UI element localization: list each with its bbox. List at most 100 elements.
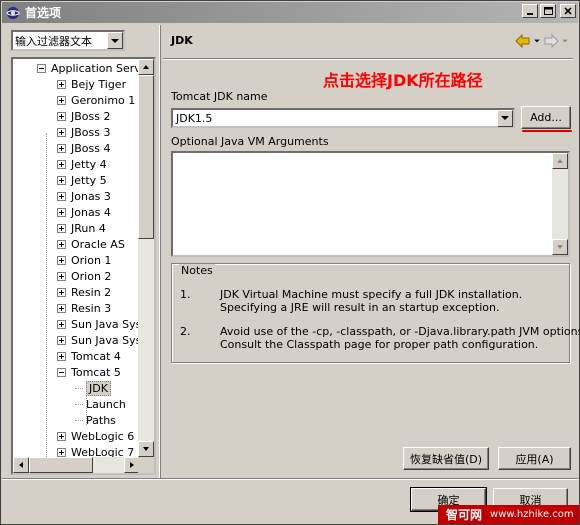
tree-item[interactable]: JBoss 3	[57, 124, 110, 140]
panel-sash[interactable]	[159, 25, 161, 478]
tree-item[interactable]: Orion 2	[57, 268, 111, 284]
tree-item[interactable]: Resin 3	[57, 300, 111, 316]
vm-args-scrollbar[interactable]	[552, 153, 568, 255]
scroll-down-button[interactable]	[552, 239, 568, 255]
arrow-down-icon	[143, 447, 149, 451]
tree-item[interactable]: Oracle AS	[57, 236, 125, 252]
tree-item[interactable]: WebLogic 6	[57, 428, 134, 444]
expand-icon[interactable]	[57, 351, 66, 361]
tree-item-label: Orion 1	[71, 253, 112, 267]
tree-horizontal-scrollbar[interactable]	[13, 457, 140, 473]
expand-icon[interactable]	[57, 239, 66, 249]
tree-item[interactable]: Launch	[75, 396, 126, 412]
tree-item[interactable]: Tomcat 5	[57, 364, 121, 380]
tree-item[interactable]: Jetty 4	[57, 156, 107, 172]
expand-icon[interactable]	[57, 447, 66, 457]
forward-history-dropdown[interactable]	[561, 39, 569, 43]
preference-tree[interactable]: Application Server Bejy Tiger Geronimo 1 JB…	[11, 57, 156, 475]
tree-item[interactable]: Sun Java Syst	[57, 332, 140, 348]
scroll-left-button[interactable]	[13, 457, 29, 473]
note-line: JDK Virtual Machine must specify a full …	[220, 288, 523, 301]
tree-item[interactable]: Resin 2	[57, 284, 111, 300]
tree-item[interactable]: Geronimo 1	[57, 92, 135, 108]
tree-item[interactable]: Orion 1	[57, 252, 111, 268]
tree-item[interactable]: Jetty 5	[57, 172, 107, 188]
scroll-up-button[interactable]	[552, 153, 568, 169]
tree-item[interactable]: Application Server	[37, 60, 140, 76]
tree-item[interactable]: Jonas 3	[57, 188, 111, 204]
filter-input[interactable]: 输入过滤器文本	[13, 33, 107, 49]
tree-item-label: JBoss 3	[71, 125, 111, 139]
back-arrow-icon	[515, 34, 530, 48]
title-bar[interactable]: 首选项	[2, 2, 578, 23]
filter-combo[interactable]: 输入过滤器文本	[11, 30, 125, 51]
arrow-up-icon	[143, 65, 149, 69]
expand-icon[interactable]	[57, 271, 66, 281]
back-button[interactable]	[515, 34, 531, 48]
filter-dropdown-button[interactable]	[107, 32, 123, 49]
jdk-name-combo[interactable]: JDK1.5	[171, 108, 515, 128]
expand-icon[interactable]	[57, 95, 66, 105]
scroll-down-button[interactable]	[138, 441, 154, 457]
close-icon	[564, 7, 572, 15]
tree-item-label: JBoss 4	[71, 141, 111, 155]
expand-icon[interactable]	[57, 79, 66, 89]
tree-item-label: Orion 2	[71, 269, 112, 283]
tree-item[interactable]: JDK	[75, 380, 111, 396]
site-watermark: 智可网 www.hzhike.com	[438, 505, 579, 524]
tree-item[interactable]: Paths	[75, 412, 116, 428]
vm-args-textarea[interactable]	[171, 151, 570, 257]
expand-icon[interactable]	[57, 143, 66, 153]
jdk-dropdown-button[interactable]	[497, 109, 513, 127]
tree-item[interactable]: Tomcat 4	[57, 348, 121, 364]
note-number: 1.	[180, 288, 191, 301]
tree-item[interactable]: WebLogic 7	[57, 444, 134, 457]
watermark-logo: 智可网	[446, 508, 483, 522]
expand-icon[interactable]	[57, 319, 66, 329]
minimize-button[interactable]	[522, 4, 538, 18]
expand-icon[interactable]	[57, 207, 66, 217]
forward-arrow-icon	[544, 34, 559, 48]
tree-item[interactable]: Jonas 4	[57, 204, 111, 220]
vm-args-label: Optional Java VM Arguments	[171, 135, 329, 148]
horizontal-scroll-thumb[interactable]	[29, 457, 93, 473]
tree-item-label: Geronimo 1	[71, 93, 136, 107]
tree-item[interactable]: JRun 4	[57, 220, 106, 236]
tree-vertical-scrollbar[interactable]	[138, 59, 154, 457]
notes-legend: Notes	[179, 264, 215, 277]
expand-icon[interactable]	[57, 287, 66, 297]
collapse-icon[interactable]	[57, 367, 66, 377]
restore-defaults-button[interactable]: 恢复缺省值(D)	[403, 447, 489, 470]
expand-icon[interactable]	[57, 159, 66, 169]
expand-icon[interactable]	[57, 191, 66, 201]
expand-icon[interactable]	[57, 335, 66, 345]
tree-item[interactable]: Sun Java Syst	[57, 316, 140, 332]
tree-item[interactable]: JBoss 4	[57, 140, 110, 156]
collapse-icon[interactable]	[37, 63, 46, 73]
back-history-dropdown[interactable]	[533, 39, 541, 43]
expand-icon[interactable]	[57, 255, 66, 265]
tree-item[interactable]: Bejy Tiger	[57, 76, 126, 92]
close-button[interactable]	[560, 4, 576, 18]
vertical-scroll-thumb[interactable]	[138, 75, 154, 239]
note-line: Specifying a JRE will result in an start…	[220, 301, 500, 314]
maximize-button[interactable]	[540, 4, 556, 18]
scroll-up-button[interactable]	[138, 59, 154, 75]
add-jdk-button[interactable]: Add...	[521, 106, 571, 129]
jdk-name-value[interactable]: JDK1.5	[173, 112, 497, 125]
forward-button[interactable]	[543, 34, 559, 48]
minimize-icon	[527, 13, 533, 15]
tree-item-label: Jonas 4	[71, 205, 111, 219]
expand-icon[interactable]	[57, 431, 66, 441]
expand-icon[interactable]	[57, 223, 66, 233]
expand-icon[interactable]	[57, 127, 66, 137]
dialog-separator	[2, 478, 578, 480]
expand-icon[interactable]	[57, 175, 66, 185]
scrollbar-corner	[138, 457, 154, 473]
expand-icon[interactable]	[57, 111, 66, 121]
tree-item[interactable]: JBoss 2	[57, 108, 110, 124]
expand-icon[interactable]	[57, 303, 66, 313]
tree-item-label: Jonas 3	[71, 189, 111, 203]
arrow-right-icon	[130, 462, 134, 468]
apply-button[interactable]: 应用(A)	[498, 447, 571, 470]
